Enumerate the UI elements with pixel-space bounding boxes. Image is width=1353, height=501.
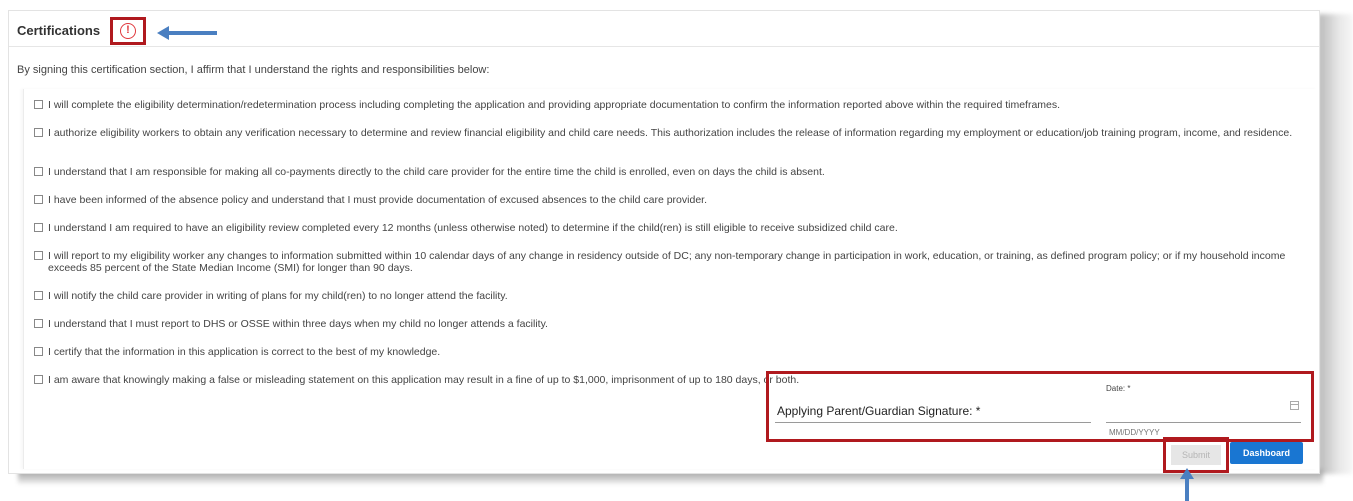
certification-item[interactable]: I understand that I must report to DHS o… xyxy=(34,318,1314,330)
certification-text: I have been informed of the absence poli… xyxy=(48,194,707,206)
certification-intro-text: By signing this certification section, I… xyxy=(17,64,490,76)
section-title: Certifications xyxy=(17,23,101,38)
checkbox-icon[interactable] xyxy=(34,195,43,204)
certification-item[interactable]: I certify that the information in this a… xyxy=(34,346,1314,358)
checkbox-icon[interactable] xyxy=(34,223,43,232)
checkbox-icon[interactable] xyxy=(34,291,43,300)
checkbox-icon[interactable] xyxy=(34,375,43,384)
signature-highlight-box: Applying Parent/Guardian Signature: * Da… xyxy=(766,371,1314,442)
submit-highlight-box: Submit xyxy=(1163,437,1229,473)
certification-text: I understand that I am responsible for m… xyxy=(48,166,825,178)
signature-input[interactable] xyxy=(775,422,1091,423)
certification-text: I understand that I must report to DHS o… xyxy=(48,318,548,330)
certification-item[interactable]: I authorize eligibility workers to obtai… xyxy=(34,127,1309,139)
certification-text: I will complete the eligibility determin… xyxy=(48,99,1061,111)
certification-text: I am aware that knowingly making a false… xyxy=(48,374,800,386)
certification-item[interactable]: I will complete the eligibility determin… xyxy=(34,99,1314,111)
checkbox-icon[interactable] xyxy=(34,347,43,356)
certification-text: I authorize eligibility workers to obtai… xyxy=(48,127,1293,139)
certification-item[interactable]: I understand that I am responsible for m… xyxy=(34,166,1314,178)
checkbox-icon[interactable] xyxy=(34,319,43,328)
certification-text: I understand I am required to have an el… xyxy=(48,222,898,234)
certification-text: I will report to my eligibility worker a… xyxy=(48,250,1286,274)
checkbox-icon[interactable] xyxy=(34,128,43,137)
submit-button[interactable]: Submit xyxy=(1171,445,1221,465)
certification-item[interactable]: I understand I am required to have an el… xyxy=(34,222,1314,234)
certifications-card: Certifications ! By signing this certifi… xyxy=(8,10,1320,474)
page-shadow-right xyxy=(1318,14,1353,474)
annotation-arrow-up-icon xyxy=(1180,468,1194,501)
certification-item[interactable]: I will notify the child care provider in… xyxy=(34,290,1314,302)
date-underline xyxy=(1106,422,1301,423)
signature-label: Applying Parent/Guardian Signature: * xyxy=(777,404,981,418)
checkbox-icon[interactable] xyxy=(34,167,43,176)
certification-text: I will notify the child care provider in… xyxy=(48,290,508,302)
certification-item[interactable]: I have been informed of the absence poli… xyxy=(34,194,1314,206)
certification-text: I certify that the information in this a… xyxy=(48,346,441,358)
certification-item[interactable]: I will report to my eligibility worker a… xyxy=(34,250,1309,274)
checkbox-icon[interactable] xyxy=(34,100,43,109)
warning-highlight-box: ! xyxy=(110,17,146,45)
warning-circle-icon[interactable]: ! xyxy=(120,23,136,39)
calendar-icon[interactable] xyxy=(1290,401,1299,410)
date-label: Date: * xyxy=(1106,384,1131,393)
dashboard-button[interactable]: Dashboard xyxy=(1230,442,1303,464)
checkbox-icon[interactable] xyxy=(34,251,43,260)
annotation-arrow-left-icon xyxy=(157,26,217,40)
